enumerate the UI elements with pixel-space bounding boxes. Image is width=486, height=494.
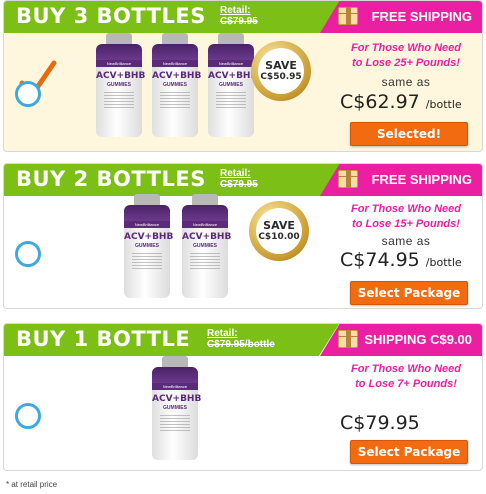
save-seal: SAVE C$10.00: [249, 201, 309, 261]
package-price: C$74.95 /bottle: [340, 249, 462, 271]
package-header: BUY 2 BOTTLES Retail: C$79.95 FREE SHIPP…: [4, 164, 482, 196]
retail-price: Retail: C$79.95: [220, 168, 258, 190]
select-package-button[interactable]: Select Package: [350, 440, 468, 464]
same-as-label: same as: [381, 234, 431, 248]
package-tagline: For Those Who Need to Lose 7+ Pounds!: [351, 363, 461, 390]
same-as-label: same as: [381, 75, 431, 89]
package-title: BUY 1 BOTTLE: [16, 327, 191, 351]
shipping-label: FREE SHIPPING: [371, 9, 472, 24]
package-card-2-bottles[interactable]: BUY 2 BOTTLES Retail: C$79.95 FREE SHIPP…: [3, 163, 483, 309]
package-price: C$79.95: [340, 412, 420, 434]
bottle-image: NewBrilliance ACV+BHB GUMMIES: [124, 194, 173, 298]
shipping-box-icon: [338, 330, 358, 348]
package-card-1-bottle[interactable]: BUY 1 BOTTLE Retail: C$79.95/bottle SHIP…: [3, 323, 483, 471]
shipping-label: SHIPPING C$9.00: [364, 332, 472, 347]
package-price: C$62.97 /bottle: [340, 91, 462, 113]
package-card-3-bottles[interactable]: BUY 3 BOTTLES Retail: C$79.95 FREE SHIPP…: [3, 0, 483, 152]
bottle-image: NewBrilliance ACV+BHB GUMMIES: [152, 356, 201, 460]
package-title: BUY 2 BOTTLES: [16, 167, 206, 191]
selected-button[interactable]: Selected!: [350, 122, 468, 146]
retail-price: Retail: C$79.95: [220, 5, 258, 27]
bottle-image: NewBrilliance ACV+BHB GUMMIES: [152, 33, 201, 137]
package-tagline: For Those Who Need to Lose 15+ Pounds!: [351, 203, 461, 230]
save-seal: SAVE C$50.95: [251, 41, 311, 101]
shipping-box-icon: [338, 7, 358, 25]
retail-price: Retail: C$79.95/bottle: [207, 328, 275, 350]
footnote: * at retail price: [6, 480, 58, 489]
package-header: BUY 1 BOTTLE Retail: C$79.95/bottle SHIP…: [4, 324, 482, 356]
bottle-image: NewBrilliance ACV+BHB GUMMIES: [208, 33, 257, 137]
shipping-label: FREE SHIPPING: [371, 172, 472, 187]
shipping-box-icon: [338, 170, 358, 188]
package-radio[interactable]: [15, 403, 41, 429]
package-tagline: For Those Who Need to Lose 25+ Pounds!: [351, 42, 461, 69]
bottle-image: NewBrilliance ACV+BHB GUMMIES: [182, 194, 231, 298]
package-radio[interactable]: [15, 81, 41, 107]
package-title: BUY 3 BOTTLES: [16, 4, 206, 28]
select-package-button[interactable]: Select Package: [350, 281, 468, 305]
package-header: BUY 3 BOTTLES Retail: C$79.95 FREE SHIPP…: [4, 1, 482, 33]
package-radio[interactable]: [15, 241, 41, 267]
bottle-image: NewBrilliance ACV+BHB GUMMIES: [96, 33, 145, 137]
